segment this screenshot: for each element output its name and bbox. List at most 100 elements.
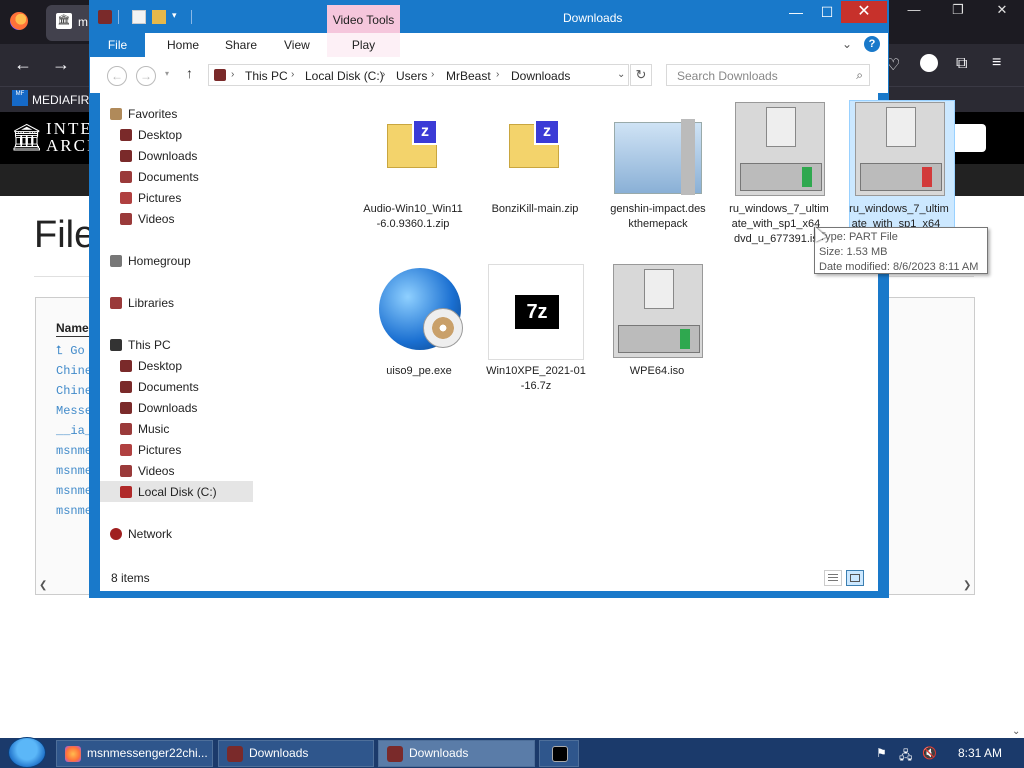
chevron-right-icon[interactable]: › (231, 69, 234, 80)
scroll-down-icon[interactable]: ⌄ (1012, 726, 1020, 737)
nav-favorites-downloads[interactable]: Downloads (138, 149, 197, 163)
taskbar-explorer-1[interactable]: Downloads (218, 740, 374, 767)
file-link[interactable]: msnme (56, 444, 92, 458)
large-icons-view-icon[interactable] (846, 570, 864, 586)
breadcrumb-user[interactable]: MrBeast (446, 69, 491, 83)
internet-archive-logo-icon[interactable]: 🏛 (10, 122, 43, 152)
nav-homegroup[interactable]: Homegroup (128, 254, 191, 268)
search-icon[interactable]: ⌕ (856, 68, 863, 83)
nav-network[interactable]: Network (128, 527, 172, 541)
file-link[interactable]: Chine (56, 384, 92, 398)
nav-pc-videos[interactable]: Videos (138, 464, 174, 478)
menu-icon[interactable]: ≡ (992, 54, 1001, 72)
tab-home[interactable]: Home (167, 38, 199, 52)
expand-ribbon-icon[interactable]: ⌄ (842, 37, 852, 51)
close-icon[interactable]: ✕ (841, 1, 887, 23)
tab-view[interactable]: View (284, 38, 310, 52)
maximize-icon[interactable]: ☐ (810, 1, 844, 23)
volume-icon[interactable]: 🔇 (922, 746, 937, 760)
tab-play[interactable]: Play (327, 33, 400, 57)
computer-icon (110, 339, 122, 351)
explorer-titlebar[interactable]: ▾ Video Tools Downloads — ☐ ✕ (90, 1, 888, 35)
nav-libraries[interactable]: Libraries (128, 296, 174, 310)
network-icon[interactable]: 🖧 (899, 746, 912, 767)
start-button[interactable] (8, 737, 46, 768)
file-link[interactable]: Messe (56, 404, 92, 418)
chevron-right-icon[interactable]: › (382, 69, 385, 80)
taskbar-explorer-2[interactable]: Downloads (378, 740, 535, 767)
file-link[interactable]: ⮤ Go (56, 344, 85, 358)
close-icon[interactable]: ✕ (980, 0, 1024, 20)
tooltip-type: Type: PART File (819, 231, 898, 243)
file-link[interactable]: Chine (56, 364, 92, 378)
breadcrumb-downloads[interactable]: Downloads (511, 69, 570, 83)
chevron-right-icon[interactable]: › (431, 69, 434, 80)
taskbar-cmd[interactable] (539, 740, 579, 767)
nav-favorites-documents[interactable]: Documents (138, 170, 199, 184)
file-name: uiso9_pe.exe (386, 365, 452, 377)
address-bar[interactable]: › This PC › Local Disk (C:) › Users › Mr… (208, 64, 629, 86)
tab-file[interactable]: File (90, 33, 145, 57)
browser-tab-title: m (78, 15, 88, 29)
documents-icon (120, 171, 132, 183)
scroll-left-icon[interactable]: ❮ (39, 580, 47, 591)
details-view-icon[interactable] (824, 570, 842, 586)
nav-pc-downloads[interactable]: Downloads (138, 401, 197, 415)
pictures-icon (120, 444, 132, 456)
column-header-name[interactable]: Name (56, 321, 89, 335)
vpn-icon[interactable] (920, 54, 938, 72)
address-bar-row: ← → ▾ ↑ › This PC › Local Disk (C:) › Us… (90, 57, 888, 93)
explorer-app-icon[interactable] (98, 10, 112, 24)
file-link[interactable]: msnme (56, 484, 92, 498)
file-link[interactable]: __ia_ (56, 424, 92, 438)
nav-favorites-desktop[interactable]: Desktop (138, 128, 182, 142)
ribbon-tabs: File Home Share View Play ⌄ (90, 33, 888, 57)
nav-favorites[interactable]: Favorites (128, 107, 177, 121)
navigation-pane: Favorites Desktop Downloads Documents Pictur… (100, 93, 255, 561)
chevron-right-icon[interactable]: › (496, 69, 499, 80)
tab-share[interactable]: Share (225, 38, 257, 52)
nav-favorites-videos[interactable]: Videos (138, 212, 174, 226)
back-icon[interactable]: ← (107, 66, 127, 86)
properties-icon[interactable] (132, 10, 146, 24)
videos-icon (120, 213, 132, 225)
help-icon[interactable]: ? (864, 36, 880, 52)
nav-pc-local-disk[interactable]: Local Disk (C:) (138, 485, 217, 499)
action-center-icon[interactable]: ⚑ (876, 746, 887, 760)
internet-archive-tab-icon: 🏛 (56, 13, 72, 29)
nav-favorites-pictures[interactable]: Pictures (138, 191, 181, 205)
nav-pc-documents[interactable]: Documents (138, 380, 199, 394)
bookmark-mediafire[interactable]: MEDIAFIRE (32, 93, 97, 107)
iso-file-icon (609, 264, 705, 360)
forward-arrow-icon[interactable]: → (52, 54, 70, 74)
breadcrumb-local-disk[interactable]: Local Disk (C:) (305, 69, 384, 83)
new-folder-icon[interactable] (152, 10, 166, 24)
breadcrumb-users[interactable]: Users (396, 69, 427, 83)
qat-dropdown-icon[interactable]: ▾ (172, 10, 186, 24)
search-placeholder: Search Downloads (677, 69, 778, 83)
minimize-icon[interactable]: — (892, 0, 936, 20)
up-arrow-icon[interactable]: ↑ (186, 65, 193, 81)
breadcrumb-this-pc[interactable]: This PC (245, 69, 288, 83)
nav-pc-music[interactable]: Music (138, 422, 169, 436)
restore-icon[interactable]: ❐ (936, 0, 980, 20)
refresh-icon[interactable]: ↻ (630, 64, 652, 86)
nav-this-pc[interactable]: This PC (128, 338, 171, 352)
extensions-icon[interactable]: ⧉ (956, 55, 967, 73)
file-link[interactable]: msnme (56, 464, 92, 478)
nav-pc-pictures[interactable]: Pictures (138, 443, 181, 457)
chevron-right-icon[interactable]: › (291, 69, 294, 80)
recent-locations-icon[interactable]: ▾ (165, 69, 169, 78)
taskbar-firefox[interactable]: msnmessenger22chi... (56, 740, 213, 767)
back-arrow-icon[interactable]: ← (14, 54, 32, 74)
chevron-down-icon[interactable]: ⌄ (617, 69, 625, 80)
firefox-icon[interactable] (10, 12, 28, 30)
nav-pc-desktop[interactable]: Desktop (138, 359, 182, 373)
folder-location-icon (214, 69, 226, 81)
scroll-right-icon[interactable]: ❯ (963, 580, 971, 591)
file-link[interactable]: msnme (56, 504, 92, 518)
forward-icon[interactable]: → (136, 66, 156, 86)
minimize-icon[interactable]: — (779, 1, 813, 23)
search-input[interactable]: Search Downloads ⌕ (666, 64, 870, 86)
clock[interactable]: 8:31 AM (958, 746, 1002, 760)
